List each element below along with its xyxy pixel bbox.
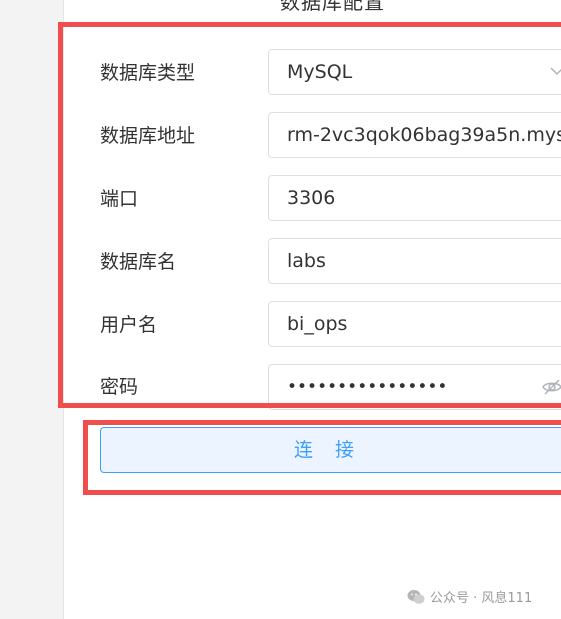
dialog-title: 数据库配置 [280, 0, 385, 14]
screenshot-stage: 数据库配置 数据库类型 MySQL 数据库地址 rm-2vc3qok06bag3… [0, 0, 561, 619]
connect-highlight-box [83, 420, 561, 495]
watermark: 公众号 · 风息111 [407, 587, 532, 606]
wechat-icon [407, 589, 425, 604]
form-highlight-box [58, 22, 561, 408]
watermark-text: 公众号 · 风息111 [430, 591, 533, 606]
